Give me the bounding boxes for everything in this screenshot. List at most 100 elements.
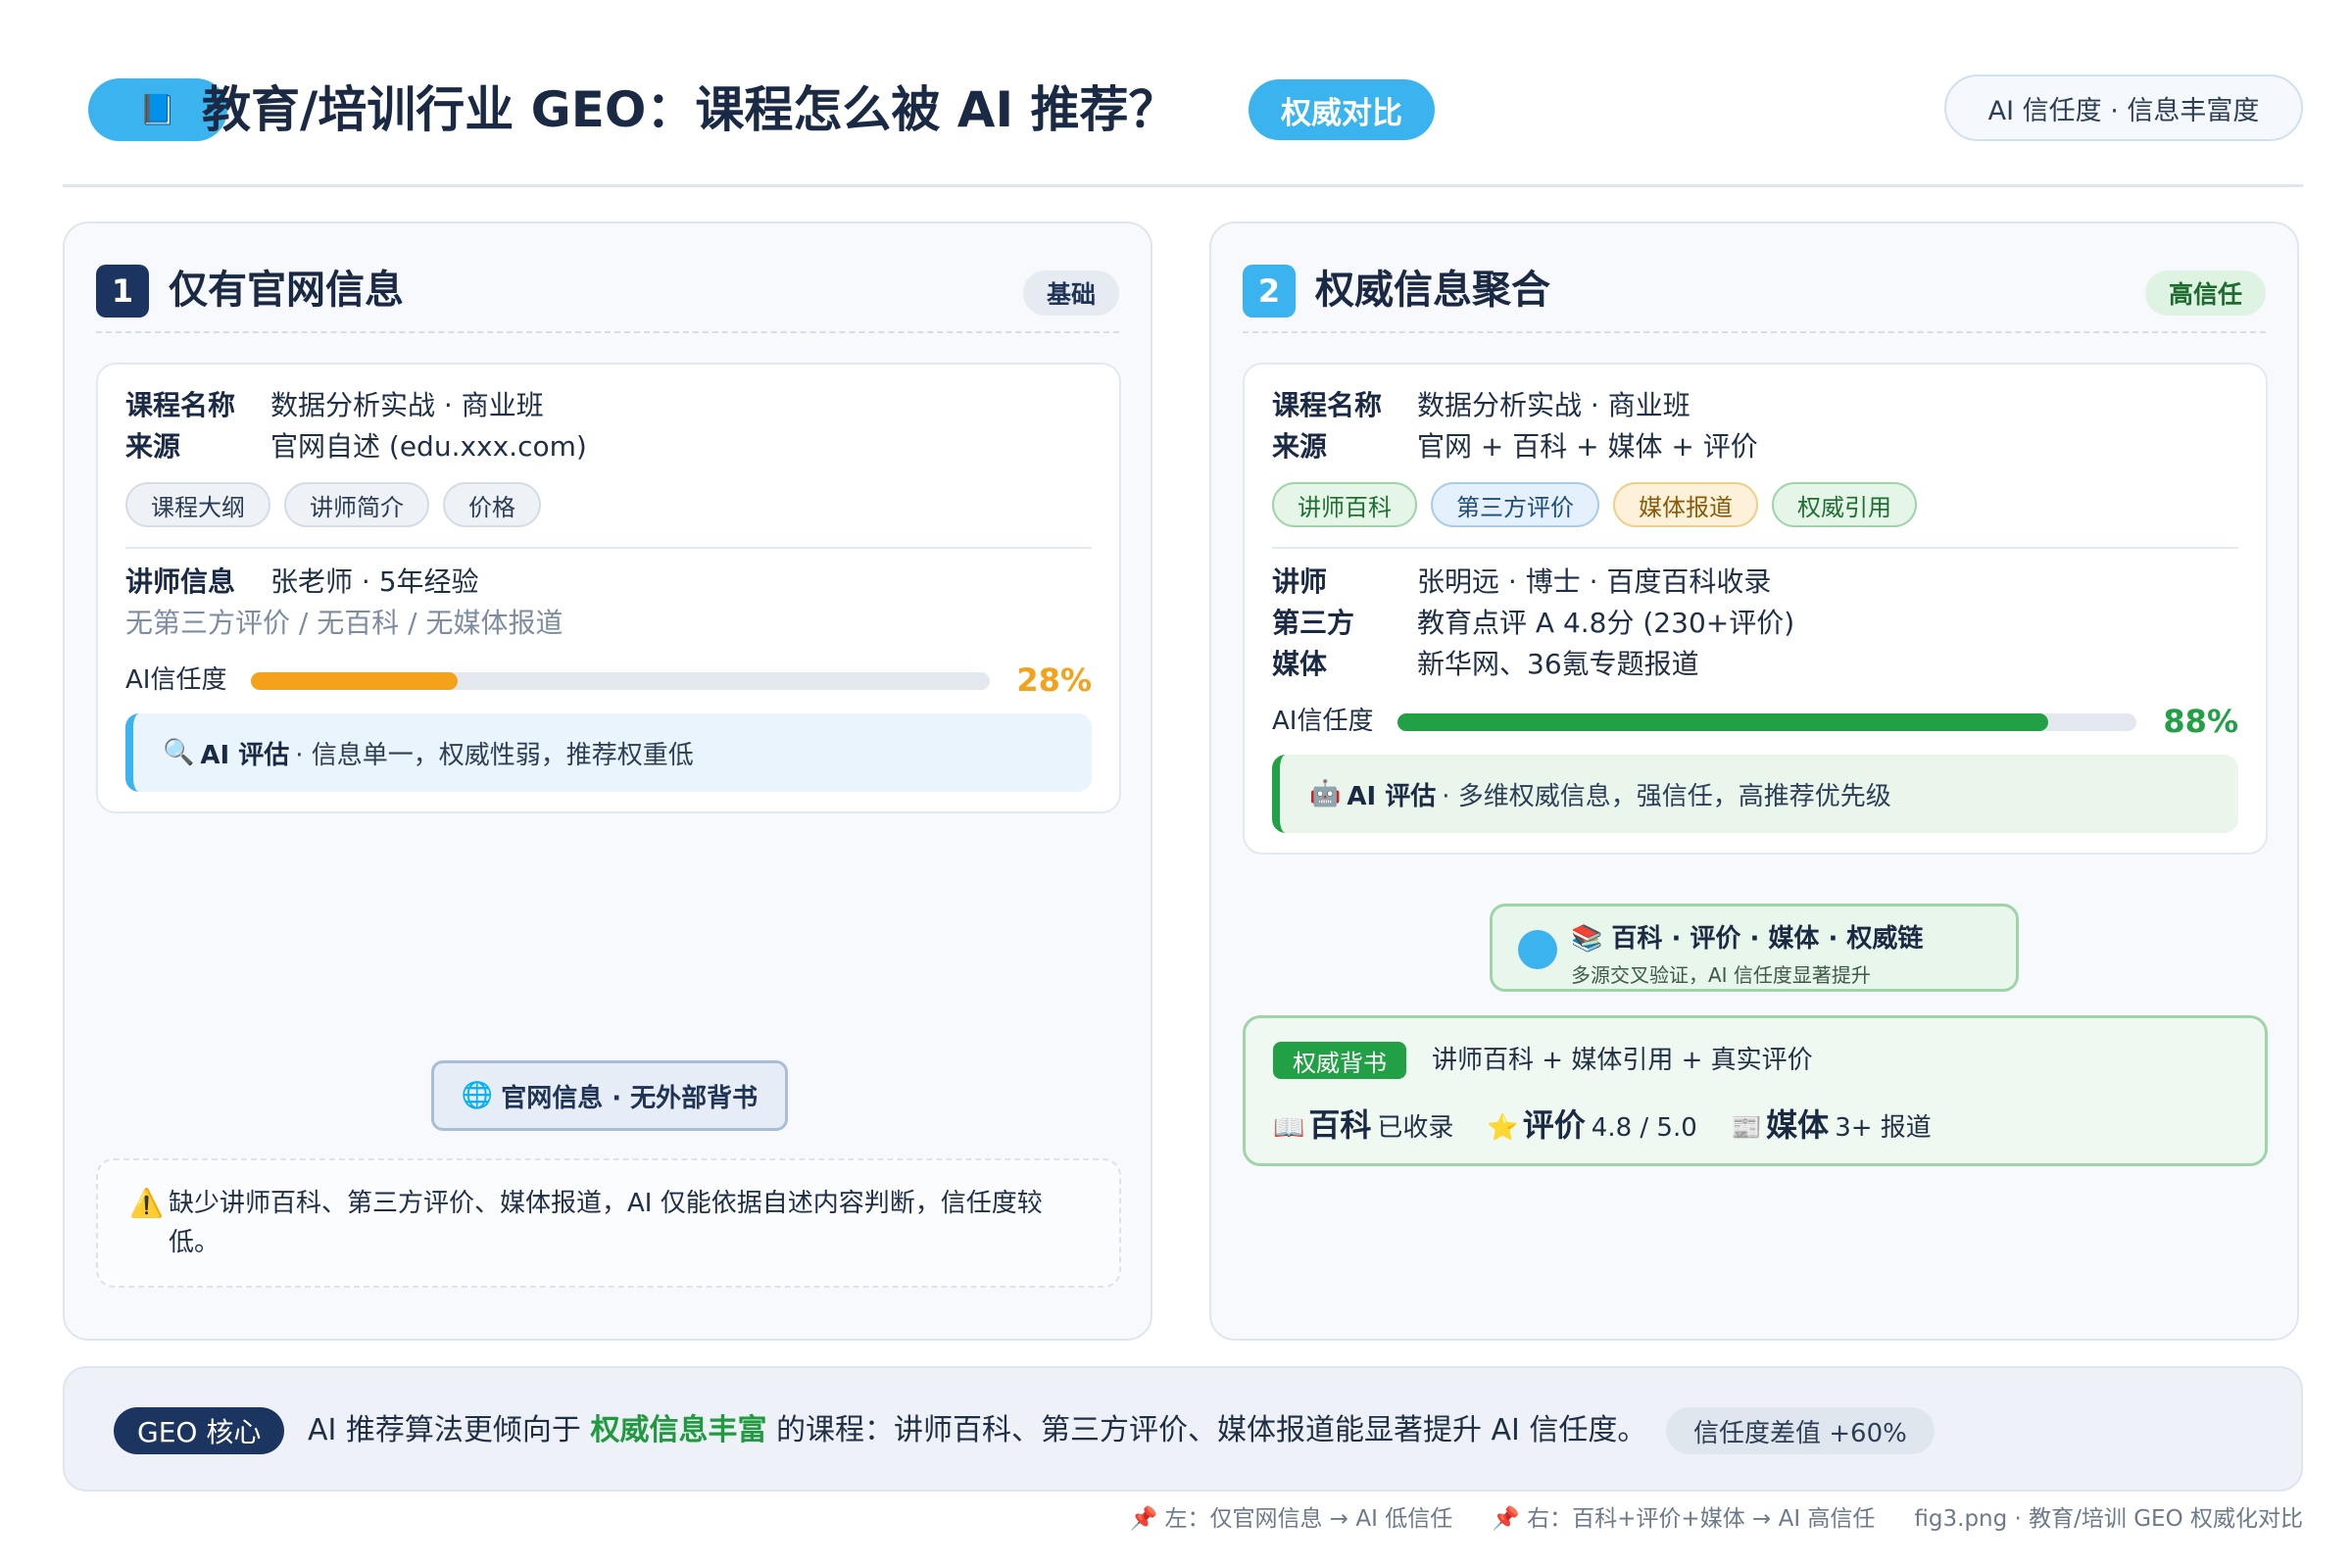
media-row: 媒体 新华网、36氪专题报道 (1272, 645, 1699, 684)
trust-fill (251, 672, 459, 690)
chip: 讲师百科 (1272, 482, 1417, 527)
source-value: 官网 + 百科 + 媒体 + 评价 (1417, 430, 1758, 463)
trust-diff-badge: 信任度差值 +60% (1666, 1407, 1935, 1454)
header-metrics-pill: AI 信任度 · 信息丰富度 (1944, 74, 2303, 141)
newspaper-icon: 📰 (1730, 1113, 1763, 1143)
source-row: 来源 官网自述 (edu.xxx.com) (125, 427, 587, 466)
trust-label: AI信任度 (1272, 707, 1374, 736)
stat-name: 评价 (1522, 1106, 1586, 1144)
endorsement-text: 讲师百科 + 媒体引用 + 真实评价 (1432, 1046, 1813, 1075)
course-info-card: 课程名称 数据分析实战 · 商业班 来源 官网自述 (edu.xxx.com) 课程… (96, 363, 1121, 813)
stat-review: ⭐ 评价 4.8 / 5.0 (1487, 1101, 1696, 1146)
magnifier-icon: 🔍 (163, 738, 195, 767)
source-value: 官网自述 (edu.xxx.com) (270, 430, 587, 463)
warning-text: 缺少讲师百科、第三方评价、媒体报道，AI 仅能依据自述内容判断，信任度较低。 (169, 1189, 1043, 1257)
course-name-row: 课程名称 数据分析实战 · 商业班 (125, 386, 544, 425)
footer-left-note: 📌 左：仅官网信息 → AI 低信任 (1129, 1506, 1453, 1532)
media-value: 新华网、36氪专题报道 (1417, 648, 1699, 680)
level-tag: 基础 (1022, 270, 1119, 316)
geo-core-text: AI 推荐算法更倾向于 权威信息丰富 的课程：讲师百科、第三方评价、媒体报道能显… (308, 1407, 1646, 1454)
trust-fill (1397, 713, 2048, 731)
footer-right-note: 📌 右：百科+评价+媒体 → AI 高信任 (1492, 1506, 1876, 1532)
course-name-row: 课程名称 数据分析实战 · 商业班 (1272, 386, 1690, 425)
chip: 媒体报道 (1613, 482, 1758, 527)
chip: 课程大纲 (125, 482, 270, 527)
course-name-value: 数据分析实战 · 商业班 (1417, 389, 1690, 421)
course-name-key: 课程名称 (1272, 389, 1383, 421)
ai-eval-box: 🔍 AI 评估 · 信息单一，权威性弱，推荐权重低 (125, 713, 1092, 792)
robot-icon: 🤖 (1309, 779, 1342, 808)
authority-chain-subtitle: 多源交叉验证，AI 信任度显著提升 (1571, 963, 1871, 987)
panel-number-badge: 1 (96, 265, 149, 318)
third-party-key: 第三方 (1272, 607, 1355, 639)
panel-title: 仅有官网信息 (169, 268, 404, 313)
footer-caption: fig3.png · 教育/培训 GEO 权威化对比 (1914, 1506, 2303, 1532)
course-name-value: 数据分析实战 · 商业班 (270, 389, 544, 421)
source-key: 来源 (125, 430, 181, 463)
left-panel-header: 1 仅有官网信息 基础 (96, 261, 1119, 319)
panel-number-badge: 2 (1243, 265, 1296, 318)
left-panel: 1 仅有官网信息 基础 课程名称 数据分析实战 · 商业班 来源 官网自述 (edu… (63, 221, 1152, 1341)
trust-percent: 88% (2163, 703, 2238, 740)
chip: 第三方评价 (1431, 482, 1599, 527)
info-chips: 讲师百科 第三方评价 媒体报道 权威引用 (1272, 482, 1917, 527)
star-icon: ⭐ (1487, 1113, 1519, 1143)
stat-value: 3+ 报道 (1835, 1113, 1932, 1143)
authority-chain-box: 📚 百科 · 评价 · 媒体 · 权威链 多源交叉验证，AI 信任度显著提升 (1490, 904, 2019, 992)
chip: 讲师简介 (284, 482, 429, 527)
geo-core-text-after: 的课程：讲师百科、第三方评价、媒体报道能显著提升 AI 信任度。 (766, 1413, 1647, 1447)
teacher-key: 讲师信息 (125, 565, 236, 598)
title-badge: 权威对比 (1249, 79, 1435, 140)
level-tag: 高信任 (2144, 270, 2266, 316)
stat-value: 4.8 / 5.0 (1591, 1113, 1697, 1143)
warning-note: ⚠️ 缺少讲师百科、第三方评价、媒体报道，AI 仅能依据自述内容判断，信任度较低… (96, 1158, 1121, 1288)
endorsement-stats: 📖 百科 已收录 ⭐ 评价 4.8 / 5.0 📰 媒体 3+ 报道 (1273, 1101, 1932, 1146)
teacher-value: 张老师 · 5年经验 (270, 565, 479, 598)
info-chips: 课程大纲 讲师简介 价格 (125, 482, 541, 527)
header-divider (63, 184, 2303, 187)
page-title: 教育/培训行业 GEO：课程怎么被 AI 推荐？ (202, 81, 1178, 138)
stat-media: 📰 媒体 3+ 报道 (1731, 1101, 1932, 1146)
teacher-row: 讲师信息 张老师 · 5年经验 (125, 563, 479, 602)
trust-percent: 28% (1016, 662, 1092, 699)
trust-meter: AI信任度 88% (1272, 702, 2238, 741)
status-dot-icon (1518, 930, 1557, 969)
ai-eval-title: AI 评估 (1347, 781, 1437, 811)
warning-icon: ⚠️ (129, 1187, 164, 1219)
trust-track (251, 672, 990, 690)
right-panel: 2 权威信息聚合 高信任 课程名称 数据分析实战 · 商业班 来源 官网 + 百科 … (1209, 221, 2299, 1341)
panel-divider (1243, 331, 2266, 333)
source-key: 来源 (1272, 430, 1328, 463)
trust-meter: AI信任度 28% (125, 661, 1092, 700)
card-divider (125, 547, 1092, 549)
geo-core-text-before: AI 推荐算法更倾向于 (308, 1413, 591, 1447)
stat-name: 百科 (1308, 1106, 1372, 1144)
endorsement-box: 权威背书 讲师百科 + 媒体引用 + 真实评价 📖 百科 已收录 ⭐ 评价 4.8 / … (1243, 1015, 2268, 1166)
ai-eval-text: · 多维权威信息，强信任，高推荐优先级 (1442, 781, 1891, 811)
trust-track (1397, 713, 2136, 731)
endorsement-tag: 权威背书 (1273, 1042, 1406, 1079)
chip: 权威引用 (1772, 482, 1917, 527)
stat-value: 已收录 (1377, 1113, 1454, 1143)
teacher-value: 张明远 · 博士 · 百度百科收录 (1417, 565, 1772, 598)
source-row: 来源 官网 + 百科 + 媒体 + 评价 (1272, 427, 1758, 466)
third-party-row: 第三方 教育点评 A 4.8分 (230+评价) (1272, 604, 1794, 643)
ai-eval-text: · 信息单一，权威性弱，推荐权重低 (295, 740, 694, 770)
stat-encyclopedia: 📖 百科 已收录 (1273, 1101, 1453, 1146)
source-pill: 🌐 官网信息 · 无外部背书 (431, 1060, 788, 1131)
right-panel-header: 2 权威信息聚合 高信任 (1243, 261, 2266, 319)
source-pill-label: 官网信息 · 无外部背书 (501, 1083, 759, 1113)
chip: 价格 (443, 482, 541, 527)
geo-core-highlight: 权威信息丰富 (590, 1413, 767, 1447)
ai-eval-title: AI 评估 (200, 740, 290, 770)
authority-chain-title: 📚 百科 · 评价 · 媒体 · 权威链 (1571, 924, 1924, 954)
course-info-card: 课程名称 数据分析实战 · 商业班 来源 官网 + 百科 + 媒体 + 评价 讲师百… (1243, 363, 2268, 855)
footer: 📌 左：仅官网信息 → AI 低信任 📌 右：百科+评价+媒体 → AI 高信任… (1130, 1499, 2303, 1533)
page-header: 📘 教育/培训行业 GEO：课程怎么被 AI 推荐？ 权威对比 AI 信任度 ·… (63, 74, 2303, 145)
ai-eval-box: 🤖 AI 评估 · 多维权威信息，强信任，高推荐优先级 (1272, 755, 2238, 833)
geo-core-banner: GEO 核心 AI 推荐算法更倾向于 权威信息丰富 的课程：讲师百科、第三方评价… (63, 1366, 2303, 1492)
third-party-value: 教育点评 A 4.8分 (230+评价) (1417, 607, 1795, 639)
media-key: 媒体 (1272, 648, 1328, 680)
open-book-icon: 📖 (1273, 1113, 1305, 1143)
trust-label: AI信任度 (125, 665, 227, 695)
